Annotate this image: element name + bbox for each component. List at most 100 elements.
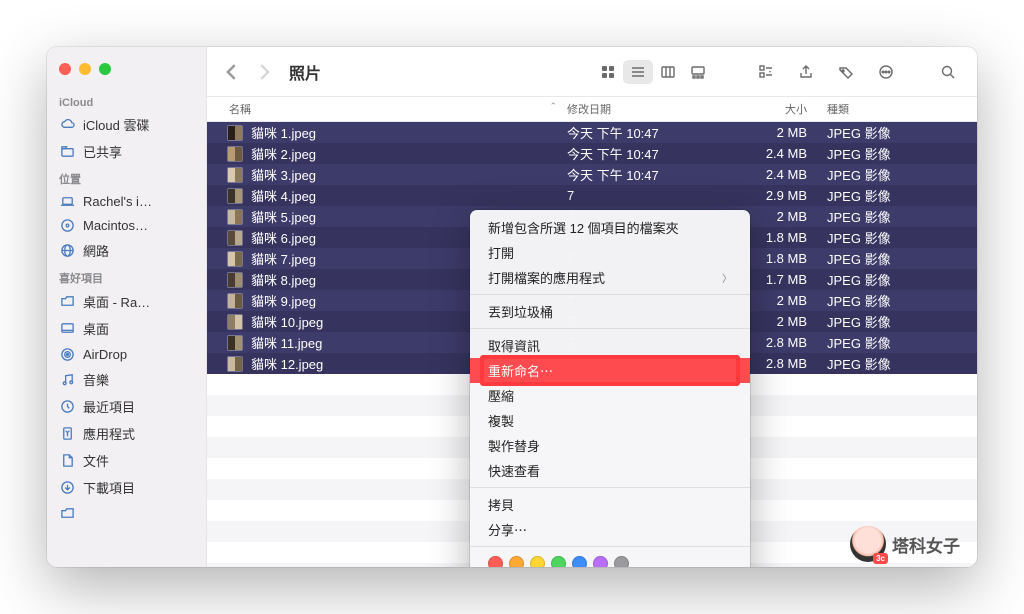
minimize-button[interactable] [79, 63, 91, 75]
sidebar-item-label: 網路 [83, 241, 109, 260]
clock-icon [59, 399, 75, 415]
sidebar-item-label: iCloud 雲碟 [83, 115, 149, 134]
tag-color-dot[interactable] [509, 556, 524, 567]
search-button[interactable] [933, 60, 963, 84]
file-thumbnail-icon [227, 188, 243, 204]
column-name[interactable]: 名稱 ⌃ [207, 101, 567, 117]
sidebar-item-label: Macintos… [83, 218, 148, 233]
column-size[interactable]: 大小 [737, 101, 827, 117]
file-size: 2.4 MB [737, 146, 827, 161]
sidebar-item[interactable]: 音樂 [47, 366, 206, 393]
file-size: 1.7 MB [737, 272, 827, 287]
tag-color-row [470, 551, 750, 567]
sidebar-section-title: 喜好項目 [47, 264, 206, 288]
sidebar-section-title: iCloud [47, 91, 206, 111]
file-thumbnail-icon [227, 209, 243, 225]
file-thumbnail-icon [227, 272, 243, 288]
window-title: 照片 [289, 60, 321, 84]
globe-icon [59, 243, 75, 259]
menu-item[interactable]: 製作替身 [470, 433, 750, 458]
file-thumbnail-icon [227, 293, 243, 309]
sidebar-item[interactable]: Macintos… [47, 213, 206, 237]
gallery-view-button[interactable] [683, 60, 713, 84]
tag-color-dot[interactable] [572, 556, 587, 567]
file-row[interactable]: 貓咪 2.jpeg 今天 下午 10:47 2.4 MB JPEG 影像 [207, 143, 977, 164]
file-row[interactable]: 貓咪 1.jpeg 今天 下午 10:47 2 MB JPEG 影像 [207, 122, 977, 143]
sidebar-item[interactable]: 最近項目 [47, 393, 206, 420]
menu-item[interactable]: 壓縮 [470, 383, 750, 408]
file-thumbnail-icon [227, 335, 243, 351]
menu-item[interactable]: 丟到垃圾桶 [470, 299, 750, 324]
menu-item[interactable]: 打開檔案的應用程式〉 [470, 265, 750, 290]
list-view-button[interactable] [623, 60, 653, 84]
music-icon [59, 372, 75, 388]
file-name: 貓咪 4.jpeg [251, 186, 567, 205]
column-view-button[interactable] [653, 60, 683, 84]
file-size: 2.8 MB [737, 356, 827, 371]
context-menu: 新增包含所選 12 個項目的檔案夾打開打開檔案的應用程式〉丟到垃圾桶取得資訊重新… [470, 210, 750, 567]
sidebar-item-label: 最近項目 [83, 397, 135, 416]
menu-item[interactable]: 新增包含所選 12 個項目的檔案夾 [470, 215, 750, 240]
menu-item[interactable]: 分享⋯ [470, 517, 750, 542]
fullscreen-button[interactable] [99, 63, 111, 75]
file-thumbnail-icon [227, 146, 243, 162]
share-button[interactable] [791, 60, 821, 84]
sidebar-item[interactable]: iCloud 雲碟 [47, 111, 206, 138]
sidebar-item[interactable]: 已共享 [47, 138, 206, 165]
menu-item-label: 壓縮 [488, 386, 514, 405]
view-switcher [593, 60, 713, 84]
group-button[interactable] [751, 60, 781, 84]
desktop-icon [59, 321, 75, 337]
sidebar-item-label: 應用程式 [83, 424, 135, 443]
menu-item-label: 打開 [488, 243, 514, 262]
sidebar-item[interactable]: AirDrop [47, 342, 206, 366]
sidebar-item[interactable]: 桌面 - Ra… [47, 288, 206, 315]
sidebar-item[interactable]: 桌面 [47, 315, 206, 342]
sidebar-section-title: 位置 [47, 165, 206, 189]
menu-item[interactable]: 取得資訊 [470, 333, 750, 358]
tag-color-dot[interactable] [614, 556, 629, 567]
menu-item[interactable]: 打開 [470, 240, 750, 265]
tag-color-dot[interactable] [488, 556, 503, 567]
file-size: 1.8 MB [737, 251, 827, 266]
sidebar: iCloud iCloud 雲碟已共享位置Rachel's i… Macintos…… [47, 47, 207, 567]
menu-item[interactable]: 複製 [470, 408, 750, 433]
folder-icon [59, 505, 75, 521]
folder-shared-icon [59, 144, 75, 160]
sidebar-item[interactable]: 網路 [47, 237, 206, 264]
column-kind[interactable]: 種類 [827, 101, 977, 117]
file-row[interactable]: 貓咪 3.jpeg 今天 下午 10:47 2.4 MB JPEG 影像 [207, 164, 977, 185]
sidebar-item[interactable]: Rachel's i… [47, 189, 206, 213]
file-size: 2.9 MB [737, 188, 827, 203]
file-size: 2.4 MB [737, 167, 827, 182]
icon-view-button[interactable] [593, 60, 623, 84]
tag-color-dot[interactable] [530, 556, 545, 567]
file-name: 貓咪 2.jpeg [251, 144, 567, 163]
menu-item-label: 複製 [488, 411, 514, 430]
doc-icon [59, 453, 75, 469]
tag-button[interactable] [831, 60, 861, 84]
sidebar-item[interactable]: 下載項目 [47, 474, 206, 501]
tag-color-dot[interactable] [593, 556, 608, 567]
action-button[interactable] [871, 60, 901, 84]
watermark-text: 塔科女子 [892, 532, 960, 557]
menu-item-label: 快速查看 [488, 461, 540, 480]
back-button[interactable] [221, 61, 243, 83]
tag-color-dot[interactable] [551, 556, 566, 567]
traffic-lights [47, 59, 206, 91]
forward-button[interactable] [253, 61, 275, 83]
menu-item[interactable]: 重新命名⋯ [470, 358, 750, 383]
sidebar-item[interactable]: 文件 [47, 447, 206, 474]
menu-item[interactable]: 快速查看 [470, 458, 750, 483]
sidebar-item-label: 桌面 [83, 319, 109, 338]
finder-window: iCloud iCloud 雲碟已共享位置Rachel's i… Macintos…… [47, 47, 977, 567]
sidebar-item[interactable]: 應用程式 [47, 420, 206, 447]
menu-item-label: 取得資訊 [488, 336, 540, 355]
column-headers: 名稱 ⌃ 修改日期 大小 種類 [207, 97, 977, 122]
column-date[interactable]: 修改日期 [567, 101, 737, 117]
file-row[interactable]: 貓咪 4.jpeg 7 2.9 MB JPEG 影像 [207, 185, 977, 206]
menu-item[interactable]: 拷貝 [470, 492, 750, 517]
close-button[interactable] [59, 63, 71, 75]
sidebar-item[interactable] [47, 501, 206, 525]
menu-separator [470, 294, 750, 295]
